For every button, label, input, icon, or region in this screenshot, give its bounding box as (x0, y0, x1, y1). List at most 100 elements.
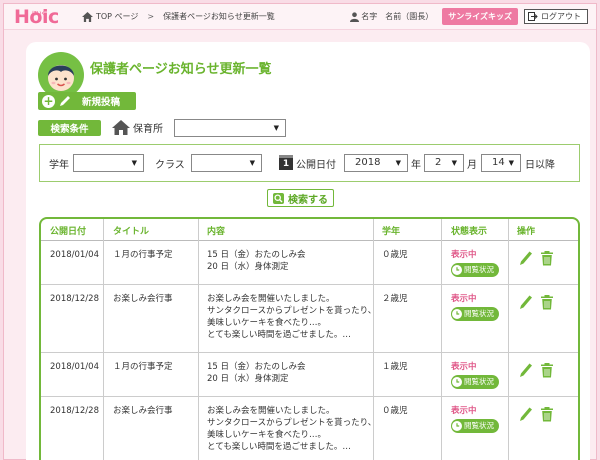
header-content: 内容 (207, 227, 226, 237)
app-frame: Hoic ほいく TOP ページ > 保護者ページお知らせ更新一覧 名字 名前（… (3, 3, 597, 460)
row-content-line: サンタクロースからプレゼントを貰ったり、 (207, 418, 377, 428)
trash-icon[interactable] (540, 362, 554, 378)
user-icon (350, 11, 360, 22)
view-status-label: 閲覧状況 (464, 377, 494, 386)
new-post-button[interactable]: + 新規投稿 (38, 92, 136, 110)
row-grade: １歳児 (382, 362, 408, 372)
top-bar: Hoic ほいく TOP ページ > 保護者ページお知らせ更新一覧 名字 名前（… (4, 4, 596, 30)
header-status: 状態表示 (451, 227, 488, 237)
row-content-line: お楽しみ会を開催いたしました。 (207, 406, 335, 416)
nursery-badge[interactable]: サンライズキッズ (442, 8, 518, 25)
row-operations (519, 362, 554, 378)
row-content-line: 15 日（金）おたのしみ会 (207, 362, 306, 372)
home-icon (82, 11, 93, 22)
chevron-down-icon: ▼ (249, 159, 255, 167)
search-button[interactable]: 検索する (267, 189, 334, 207)
logout-button[interactable]: ログアウト (524, 9, 588, 24)
table-row: 2018/01/04 １月の行事予定 15 日（金）おたのしみ会 20 日（水）身… (41, 353, 578, 397)
table-row: 2018/12/28 お楽しみ会行事 お楽しみ会を開催いたしました。サンタクロー… (41, 285, 578, 353)
edit-pencil-icon[interactable] (519, 294, 533, 310)
clock-icon (452, 265, 462, 275)
header-title: タイトル (113, 227, 150, 237)
view-status-label: 閲覧状況 (464, 309, 494, 318)
logout-label: ログアウト (541, 12, 581, 21)
trash-icon[interactable] (540, 406, 554, 422)
row-content: 15 日（金）おたのしみ会 20 日（水）身体測定 (207, 361, 306, 385)
view-status-label: 閲覧状況 (464, 421, 494, 430)
row-date: 2018/01/04 (50, 250, 99, 260)
year-select[interactable]: 2018 ▼ (344, 154, 408, 172)
clock-icon (452, 421, 462, 431)
year-unit: 年 (411, 160, 421, 171)
new-post-label: 新規投稿 (82, 97, 121, 108)
row-grade: ０歳児 (382, 250, 408, 260)
trash-icon[interactable] (540, 294, 554, 310)
view-status-button[interactable]: 閲覧状況 (451, 419, 499, 433)
row-status-cell: 表示中 閲覧状況 (451, 249, 499, 277)
header-operations: 操作 (517, 227, 536, 237)
breadcrumb-home-link[interactable]: TOP ページ (96, 11, 138, 22)
nursery-label: 保育所 (133, 124, 163, 135)
view-status-button[interactable]: 閲覧状況 (451, 375, 499, 389)
view-status-label: 閲覧状況 (464, 265, 494, 274)
row-status-cell: 表示中 閲覧状況 (451, 293, 499, 321)
class-label: クラス (155, 160, 185, 171)
home-icon (112, 120, 130, 135)
view-status-button[interactable]: 閲覧状況 (451, 263, 499, 277)
chevron-down-icon: ▼ (508, 159, 514, 167)
calendar-icon: 1 (279, 155, 293, 170)
edit-pencil-icon[interactable] (519, 250, 533, 266)
nursery-select[interactable]: ▼ (174, 119, 286, 137)
chevron-down-icon: ▼ (131, 159, 137, 167)
row-status-cell: 表示中 閲覧状況 (451, 405, 499, 433)
status-badge: 表示中 (451, 294, 477, 304)
class-select[interactable]: ▼ (191, 154, 262, 172)
row-content-line: 15 日（金）おたのしみ会 (207, 250, 306, 260)
row-content-line: サンタクロースからプレゼントを貰ったり、 (207, 306, 377, 316)
plus-icon: + (42, 93, 55, 108)
notice-table: 公開日付 タイトル 内容 学年 状態表示 操作 2018/01/04 １月の行事… (39, 217, 580, 460)
search-icon (273, 192, 284, 204)
header-grade: 学年 (382, 227, 401, 237)
user-area: 名字 名前（園長） サンライズキッズ ログアウト (350, 8, 596, 25)
logo-subtext: ほいく (32, 10, 46, 17)
page-title: 保護者ページお知らせ更新一覧 (90, 62, 272, 77)
pencil-icon (60, 96, 70, 106)
row-operations (519, 250, 554, 266)
logo[interactable]: Hoic ほいく (14, 5, 70, 29)
nursery-filter-label: 保育所 (112, 120, 163, 135)
table-row: 2018/12/28 お楽しみ会行事 お楽しみ会を開催いたしました。 サンタクロー… (41, 397, 578, 460)
edit-pencil-icon[interactable] (519, 362, 533, 378)
clock-icon (452, 377, 462, 387)
status-badge: 表示中 (451, 406, 477, 416)
logout-icon (528, 12, 538, 21)
row-title[interactable]: お楽しみ会行事 (113, 293, 173, 305)
day-select[interactable]: 14 ▼ (481, 154, 521, 172)
search-filter-panel: 学年 ▼ クラス ▼ 1 公開日付 2018 ▼ 年 2 ▼ 月 14 ▼ 日以… (39, 144, 580, 182)
search-condition-tab[interactable]: 検索条件 (38, 120, 101, 136)
row-title[interactable]: １月の行事予定 (113, 249, 173, 261)
month-unit: 月 (467, 160, 477, 171)
breadcrumb: TOP ページ > 保護者ページお知らせ更新一覧 (82, 11, 275, 22)
view-status-button[interactable]: 閲覧状況 (451, 307, 499, 321)
row-content-line: 20 日（水）身体測定 (207, 262, 289, 272)
edit-pencil-icon[interactable] (519, 406, 533, 422)
breadcrumb-separator: > (147, 12, 155, 21)
table-header: 公開日付 タイトル 内容 学年 状態表示 操作 (41, 219, 578, 241)
row-content-line: 20 日（水）身体測定 (207, 374, 289, 384)
main-card: 保護者ページお知らせ更新一覧 + 新規投稿 検索条件 保育所 ▼ 学年 ▼ クラ… (26, 42, 590, 460)
row-date: 2018/01/04 (50, 362, 99, 372)
row-grade: ０歳児 (382, 406, 408, 416)
row-date: 2018/12/28 (50, 294, 99, 304)
month-select[interactable]: 2 ▼ (424, 154, 464, 172)
publish-date-label: 公開日付 (296, 160, 336, 171)
row-title[interactable]: お楽しみ会行事 (113, 405, 173, 417)
grade-select[interactable]: ▼ (73, 154, 144, 172)
row-content: お楽しみ会を開催いたしました。 サンタクロースからプレゼントを貰ったり、 美味しいケ… (207, 405, 376, 453)
row-content-line: お楽しみ会を開催いたしました。 (207, 294, 335, 304)
user-name: 名字 名前（園長） (361, 12, 434, 21)
row-content: 15 日（金）おたのしみ会 20 日（水）身体測定 (207, 249, 306, 273)
row-title[interactable]: １月の行事予定 (113, 361, 173, 373)
trash-icon[interactable] (540, 250, 554, 266)
month-value: 2 (435, 157, 442, 168)
